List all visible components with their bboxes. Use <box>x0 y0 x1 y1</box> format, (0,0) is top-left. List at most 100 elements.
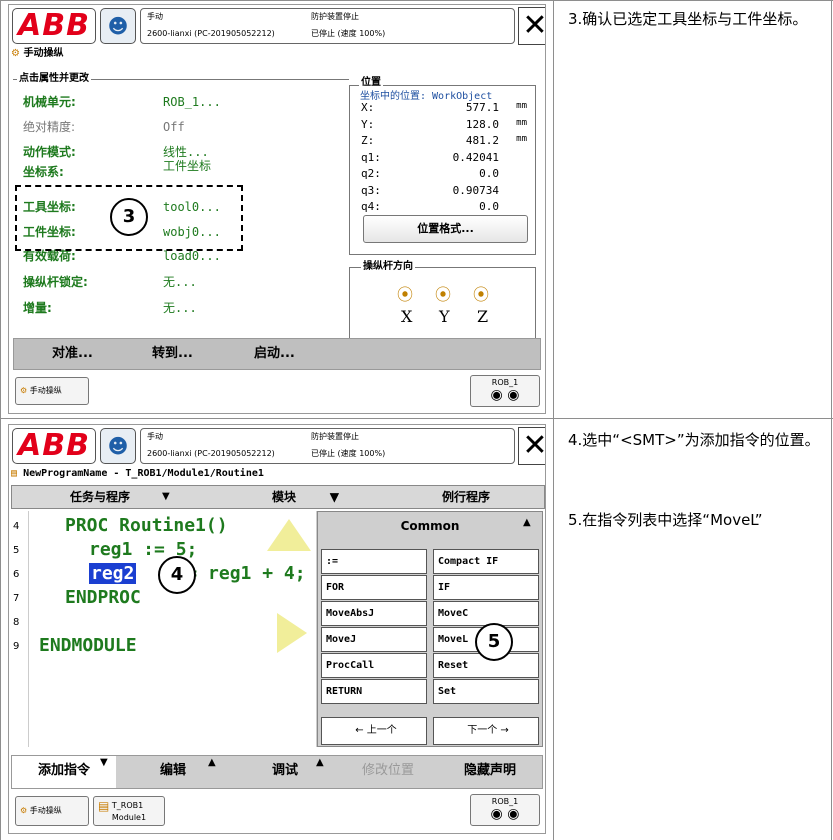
jog-property-name: 机械单元: <box>23 95 76 109</box>
user-info-icon[interactable]: ☻ <box>100 428 136 464</box>
rob-status-button[interactable]: ROB_1 ◉ ◉ <box>470 375 540 407</box>
jog-property-name: 操纵杆锁定: <box>23 275 88 289</box>
scroll-right-triangle[interactable] <box>277 613 307 653</box>
position-row: Y: 128.0 mm <box>361 118 531 131</box>
close-button[interactable]: ✕ <box>518 7 545 45</box>
step-4-caption: 4.选中“<SMT>”为添加指令的位置。 <box>568 431 820 449</box>
hide-declarations-button[interactable]: 隐藏声明 <box>464 756 516 786</box>
step-4-marker: 4 <box>158 556 196 594</box>
align-button[interactable]: 对准... <box>52 339 93 369</box>
joystick-group <box>349 267 536 345</box>
position-row: X: 577.1 mm <box>361 101 531 114</box>
jog-property-value: 线性... <box>163 145 209 159</box>
position-value: 0.0 <box>479 167 499 180</box>
status-mode: 手动 <box>147 432 163 441</box>
jog-property-row[interactable]: 绝对精度: Off <box>23 120 343 135</box>
code-line[interactable]: ENDPROC <box>65 587 141 609</box>
flexpendant-header: ABB ☻ 手动 2600-lianxi (PC-201905052212) 防… <box>9 5 545 47</box>
status-controller: 2600-lianxi (PC-201905052212) <box>147 449 275 458</box>
jog-bottom-bar: 对准... 转到... 启动... <box>13 338 541 370</box>
user-info-icon[interactable]: ☻ <box>100 8 136 44</box>
jog-property-value: Off <box>163 120 185 134</box>
jog-property-row[interactable]: 机械单元: ROB_1... <box>23 95 343 110</box>
panel-title-text: Common <box>400 519 460 533</box>
goto-button[interactable]: 转到... <box>152 339 193 369</box>
selected-smt[interactable]: reg2 <box>89 563 137 584</box>
abb-logo[interactable]: ABB <box>12 8 96 44</box>
jog-property-row[interactable]: 增量: 无... <box>23 301 343 316</box>
abb-logo[interactable]: ABB <box>12 428 96 464</box>
position-axis: q3: <box>361 183 381 197</box>
status-run: 已停止 (速度 100%) <box>311 449 386 458</box>
status-controller: 2600-lianxi (PC-201905052212) <box>147 29 275 38</box>
editor-screenshot: ABB ☻ 手动 2600-lianxi (PC-201905052212) 防… <box>8 424 546 834</box>
jog-task-label: 手动操纵 <box>29 386 62 395</box>
position-value: 0.90734 <box>452 183 499 197</box>
jog-property-row[interactable]: 操纵杆锁定: 无... <box>23 275 343 290</box>
status-bar[interactable]: 手动 2600-lianxi (PC-201905052212) 防护装置停止 … <box>140 428 515 464</box>
instruction-button[interactable]: ProcCall <box>321 653 427 678</box>
close-button[interactable]: ✕ <box>518 427 545 465</box>
code-rest: = reg1 + 4; <box>186 563 306 584</box>
tab-modules[interactable]: 模块 <box>272 486 296 508</box>
status-mode: 手动 <box>147 12 163 21</box>
position-value: 481.2 <box>465 134 499 147</box>
instruction-button[interactable]: Compact IF <box>433 549 539 574</box>
jog-property-row[interactable]: 有效载荷: load0... <box>23 249 343 264</box>
step-3-caption: 3.确认已选定工具坐标与工件坐标。 <box>568 10 808 28</box>
prev-page-button[interactable]: ← 上一个 <box>321 717 427 745</box>
position-unit: mm <box>516 134 527 144</box>
step-5-marker: 5 <box>475 623 513 661</box>
instruction-button[interactable]: := <box>321 549 427 574</box>
code-line[interactable]: PROC Routine1() <box>65 515 228 537</box>
position-axis: Z: <box>361 134 375 147</box>
instruction-button[interactable]: Set <box>433 679 539 704</box>
instruction-button[interactable]: MoveJ <box>321 627 427 652</box>
tab-routines[interactable]: 例行程序 <box>442 486 490 508</box>
jog-window-icon: ⚙ <box>11 48 20 59</box>
joystick-axis-label: Z <box>477 307 489 326</box>
modify-position-button[interactable]: 修改位置 <box>362 756 414 786</box>
rob-status-button-2[interactable]: ROB_1 ◉ ◉ <box>470 794 540 826</box>
table-border-top <box>0 0 833 1</box>
line-number: 6 <box>13 569 20 580</box>
instruction-panel-title: Common <box>317 513 543 539</box>
debug-button[interactable]: 调试 <box>272 756 298 786</box>
scroll-up-triangle[interactable] <box>267 519 311 551</box>
code-line[interactable]: ENDMODULE <box>39 635 137 657</box>
program-editor-icon: ▤ <box>11 468 18 479</box>
edit-button[interactable]: 编辑 <box>160 756 186 786</box>
jog-task-icon: ⚙ <box>20 386 28 395</box>
position-unit: mm <box>516 101 527 111</box>
rob-label-2: ROB_1 <box>491 797 519 806</box>
flexpendant-header-2: ABB ☻ 手动 2600-lianxi (PC-201905052212) 防… <box>9 425 545 467</box>
joystick-z-icon: ⦿ <box>473 285 490 304</box>
status-guard: 防护装置停止 <box>311 12 359 21</box>
table-border-right <box>831 0 832 840</box>
program-task-button[interactable]: ▤ T_ROB1 Module1 <box>93 796 165 826</box>
start-button[interactable]: 启动... <box>254 339 295 369</box>
table-border-left <box>0 0 1 840</box>
edit-arrow-icon: ▲ <box>208 757 216 768</box>
instruction-button[interactable]: RETURN <box>321 679 427 704</box>
jog-property-value: 无... <box>163 275 197 289</box>
tab-tasks-programs[interactable]: 任务与程序 <box>70 486 130 508</box>
jog-property-row[interactable]: 坐标系: 工件坐标 <box>23 159 343 180</box>
instruction-button[interactable]: IF <box>433 575 539 600</box>
panel-collapse-icon[interactable]: ▲ <box>523 517 531 528</box>
jog-task-button-2[interactable]: ⚙ 手动操纵 <box>15 796 89 826</box>
status-guard: 防护装置停止 <box>311 432 359 441</box>
position-format-button[interactable]: 位置格式... <box>363 215 528 243</box>
code-line[interactable]: reg2 = reg1 + 4; <box>89 563 306 585</box>
position-value: 0.42041 <box>452 150 499 164</box>
next-page-button[interactable]: 下一个 → <box>433 717 539 745</box>
instruction-button[interactable]: FOR <box>321 575 427 600</box>
instruction-button[interactable]: MoveC <box>433 601 539 626</box>
status-bar[interactable]: 手动 2600-lianxi (PC-201905052212) 防护装置停止 … <box>140 8 515 44</box>
line-number: 7 <box>13 593 20 604</box>
rob-icon: ◉ ◉ <box>490 387 520 403</box>
jog-property-row[interactable]: 动作模式: 线性... <box>23 145 343 160</box>
position-axis: Y: <box>361 117 375 131</box>
jog-task-button[interactable]: ⚙ 手动操纵 <box>15 377 89 405</box>
instruction-button[interactable]: MoveAbsJ <box>321 601 427 626</box>
